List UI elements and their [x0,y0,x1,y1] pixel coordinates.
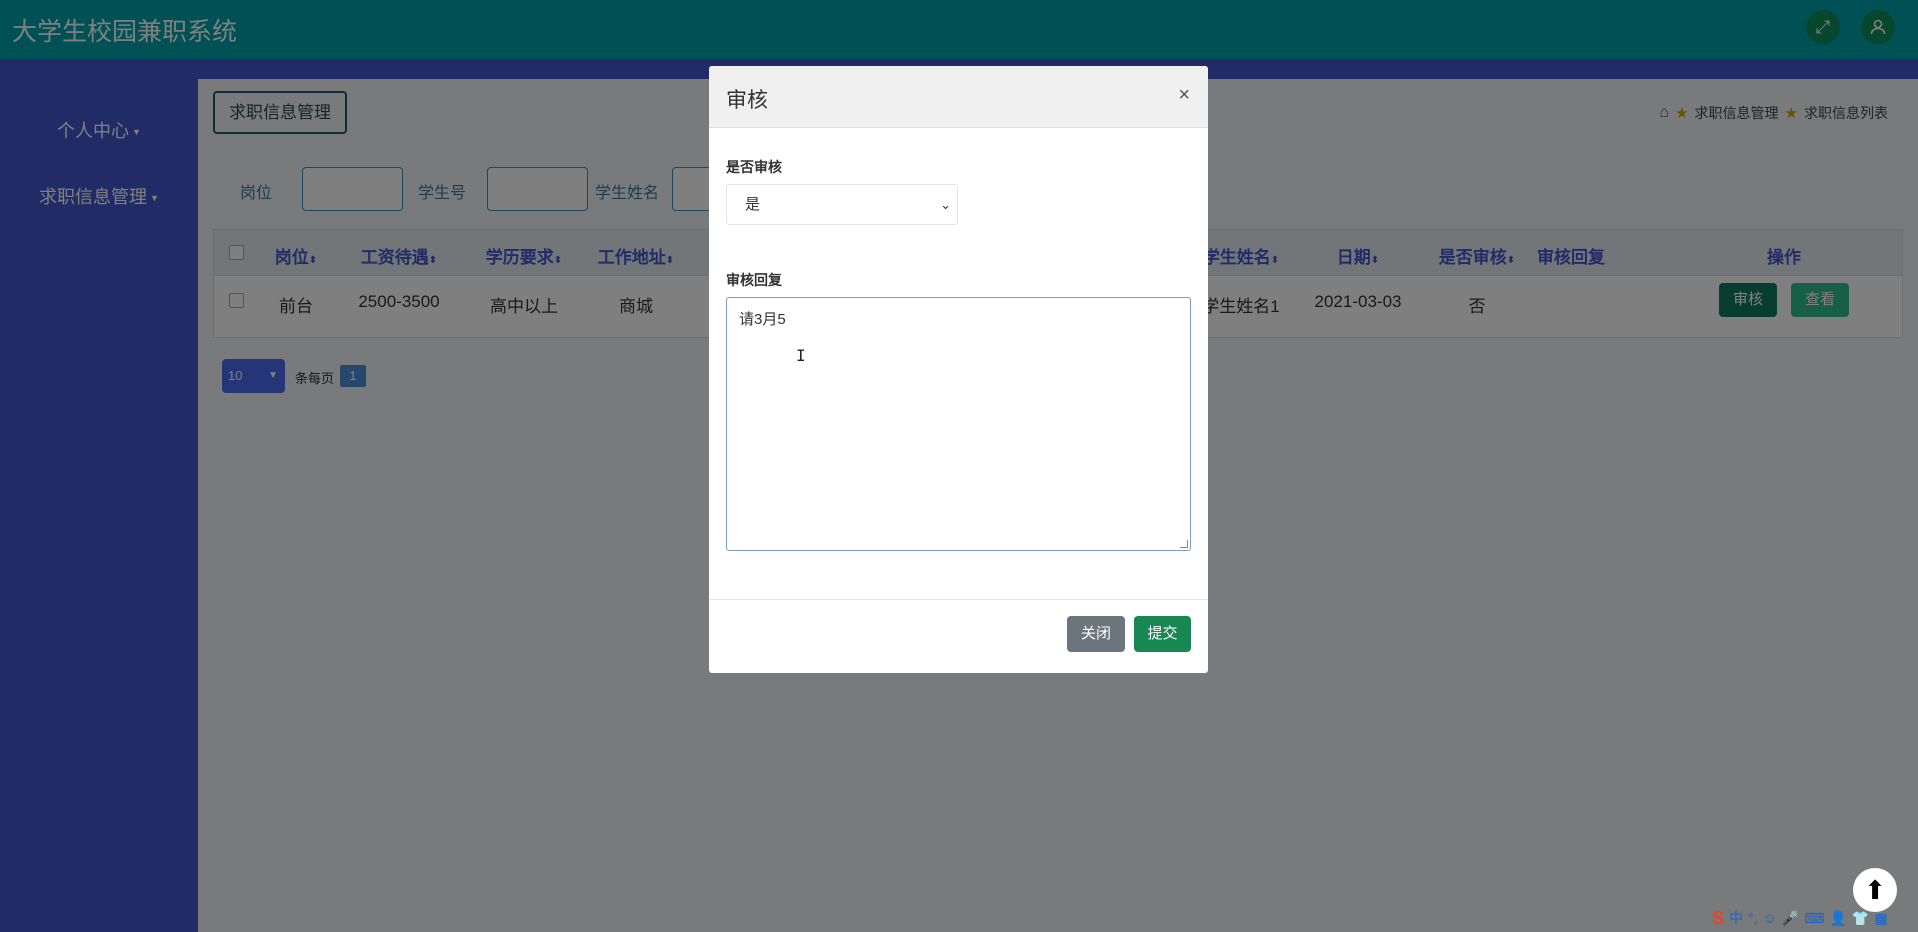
ime-mic-icon[interactable]: 🎤 [1782,910,1799,927]
ime-skin-icon[interactable]: 👕 [1852,910,1869,927]
audit-status-value: 是 [745,196,761,213]
ime-punct-icon[interactable]: °, [1748,910,1758,926]
ime-mode-icon[interactable]: 中 [1729,908,1743,928]
close-button[interactable]: 关闭 [1067,616,1125,652]
audit-status-label: 是否审核 [726,159,782,175]
scroll-to-top-icon[interactable]: ⬆ [1853,868,1897,912]
modal-header: 审核 × [709,66,1208,128]
modal-divider [709,599,1208,600]
ime-user-icon[interactable]: 👤 [1829,910,1846,927]
audit-reply-label: 审核回复 [726,272,782,288]
close-icon[interactable]: × [1178,84,1190,107]
submit-button[interactable]: 提交 [1134,616,1191,652]
ime-keyboard-icon[interactable]: ⌨ [1804,910,1824,927]
audit-reply-textarea[interactable]: 请3月5 [726,297,1191,551]
audit-modal: 审核 × 是否审核 是 ⌄ 审核回复 请3月5 I 关闭 提交 [709,66,1208,673]
modal-title: 审核 [726,89,768,112]
text-cursor-icon: I [796,346,806,365]
resize-handle-icon[interactable] [1180,540,1188,548]
ime-logo-icon[interactable]: S [1712,908,1724,929]
audit-status-select[interactable]: 是 ⌄ [726,184,958,225]
audit-reply-value: 请3月5 [739,311,786,328]
chevron-down-icon: ⌄ [940,197,951,212]
ime-emoji-icon[interactable]: ☺ [1763,910,1777,926]
ime-toolbar: S 中 °, ☺ 🎤 ⌨ 👤 👕 ▦ [1712,907,1888,929]
ime-grid-icon[interactable]: ▦ [1874,910,1887,927]
